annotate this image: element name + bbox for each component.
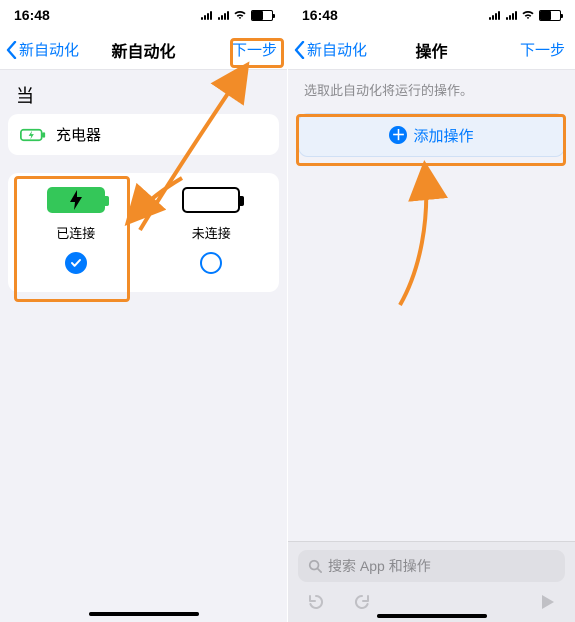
radio-checked-icon (65, 252, 87, 274)
content: 当 充电器 已连接 (0, 70, 287, 292)
next-label: 下一步 (232, 42, 277, 59)
back-button[interactable]: 新自动化 (294, 39, 367, 60)
page-title: 操作 (415, 38, 447, 62)
nav-bar: 新自动化 新自动化 下一步 (0, 30, 287, 70)
chevron-left-icon (294, 41, 305, 59)
status-bar: 16:48 (288, 0, 575, 30)
option-label: 未连接 (192, 223, 231, 242)
search-input[interactable]: 搜索 App 和操作 (298, 550, 565, 582)
options-card: 已连接 未连接 (8, 173, 279, 292)
add-action-button[interactable]: ＋ 添加操作 (298, 113, 565, 157)
toolbar-row (298, 592, 565, 612)
subtitle: 选取此自动化将运行的操作。 (288, 70, 575, 113)
option-disconnected[interactable]: 未连接 (144, 187, 280, 274)
page-title: 新自动化 (111, 38, 175, 62)
add-action-label: 添加操作 (413, 125, 473, 146)
content: 选取此自动化将运行的操作。 ＋ 添加操作 (288, 70, 575, 157)
signal-icon-2 (506, 10, 517, 20)
battery-disconnected-icon (182, 187, 240, 213)
search-icon (308, 559, 322, 573)
chevron-left-icon (6, 41, 17, 59)
undo-icon[interactable] (306, 592, 326, 612)
battery-connected-icon (47, 187, 105, 213)
back-label: 新自动化 (307, 39, 367, 60)
signal-icon (489, 10, 500, 20)
redo-icon[interactable] (352, 592, 372, 612)
when-label: 当 (0, 70, 287, 114)
plus-icon: ＋ (389, 126, 407, 144)
home-indicator (377, 614, 487, 618)
next-label: 下一步 (520, 42, 565, 59)
back-label: 新自动化 (19, 39, 79, 60)
next-button[interactable]: 下一步 (232, 39, 277, 60)
status-right (201, 10, 273, 21)
status-bar: 16:48 (0, 0, 287, 30)
search-placeholder: 搜索 App 和操作 (328, 556, 431, 576)
phone-right: 16:48 新自动化 操作 下一步 选取此自动化将运行的操作。 ＋ 添加操作 搜… (288, 0, 575, 622)
option-label: 已连接 (56, 223, 95, 242)
wifi-icon (521, 10, 535, 20)
radio-unchecked-icon (200, 252, 222, 274)
next-button[interactable]: 下一步 (520, 39, 565, 60)
signal-icon-2 (218, 10, 229, 20)
phone-left: 16:48 新自动化 新自动化 下一步 当 充电 (0, 0, 287, 622)
status-right (489, 10, 561, 21)
bottom-panel: 搜索 App 和操作 (288, 541, 575, 622)
option-connected[interactable]: 已连接 (8, 187, 144, 274)
wifi-icon (233, 10, 247, 20)
charger-icon (20, 127, 46, 143)
home-indicator (89, 612, 199, 616)
status-time: 16:48 (14, 7, 50, 23)
trigger-row-charger[interactable]: 充电器 (8, 114, 279, 155)
battery-icon (539, 10, 561, 21)
nav-bar: 新自动化 操作 下一步 (288, 30, 575, 70)
signal-icon (201, 10, 212, 20)
battery-icon (251, 10, 273, 21)
back-button[interactable]: 新自动化 (6, 39, 79, 60)
play-icon[interactable] (537, 592, 557, 612)
status-time: 16:48 (302, 7, 338, 23)
trigger-row-label: 充电器 (56, 124, 101, 145)
